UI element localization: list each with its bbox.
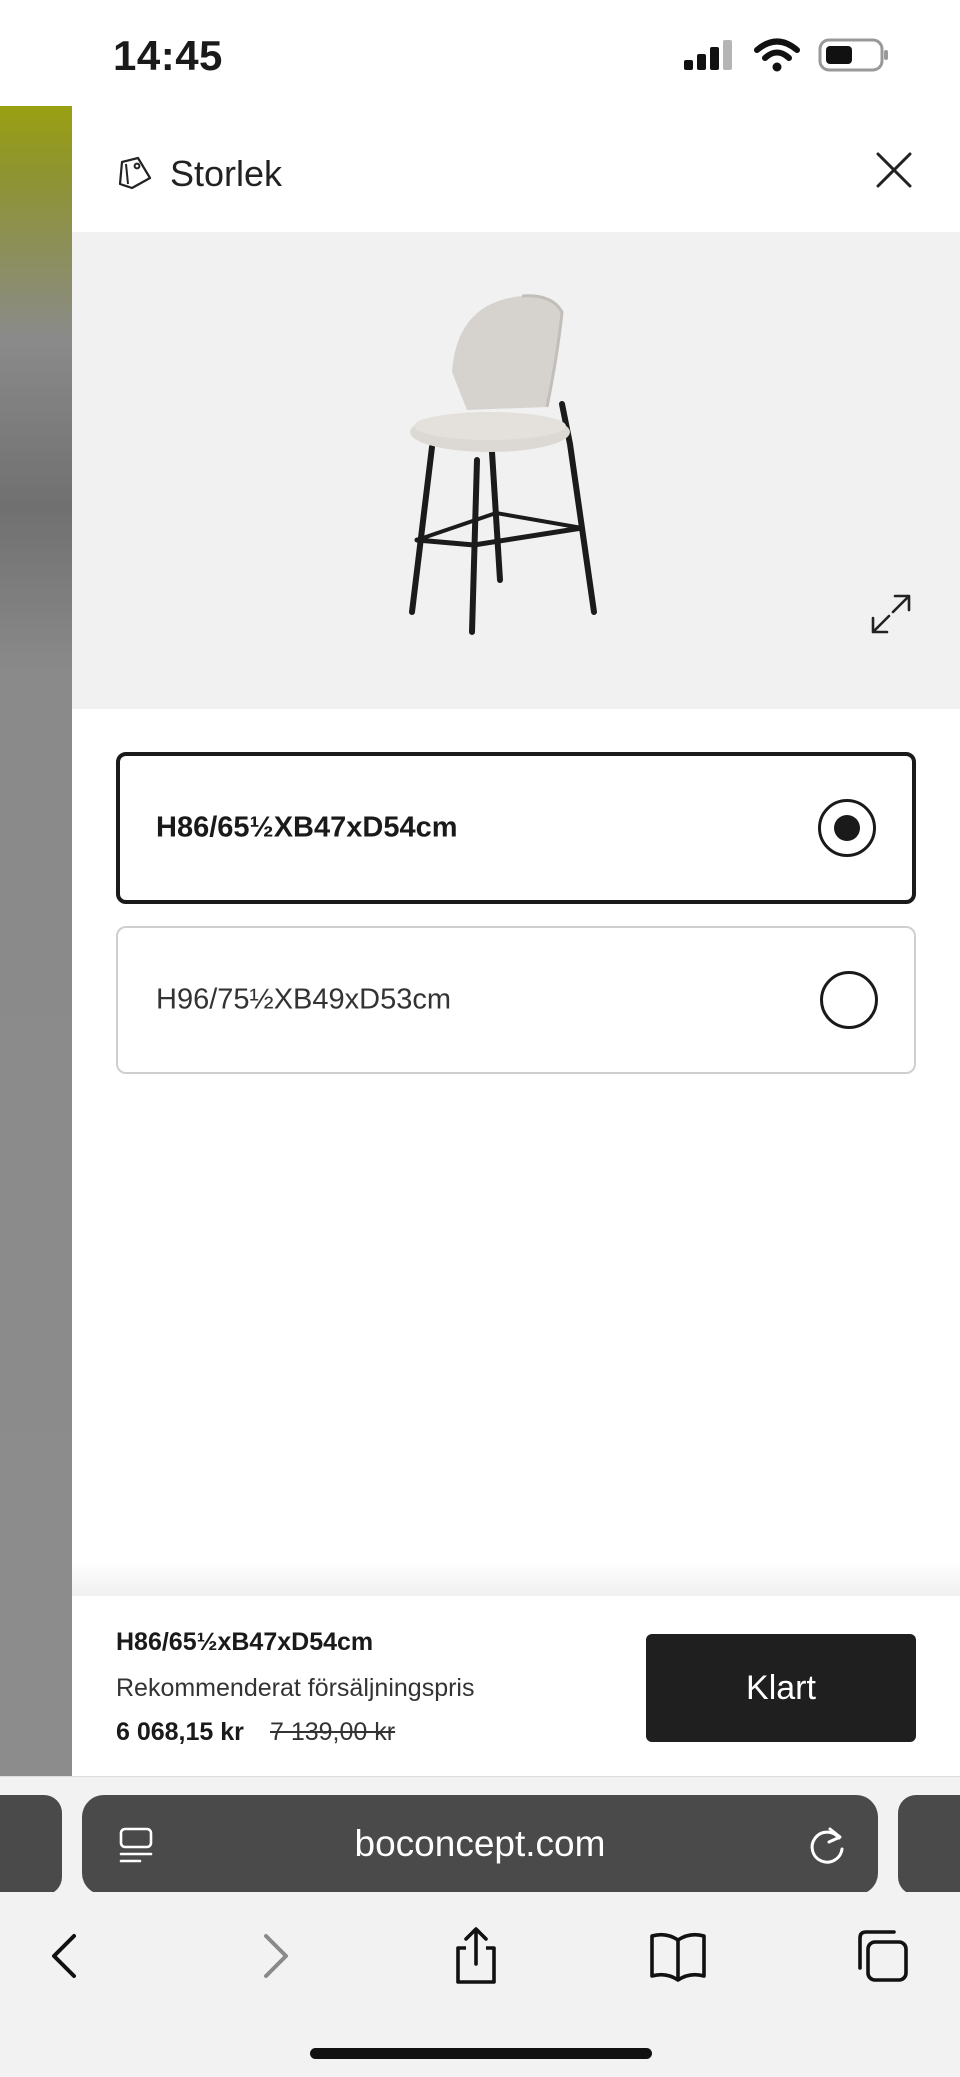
home-indicator: [310, 2048, 652, 2059]
footer-shadow: [72, 1561, 960, 1596]
radio-unselected[interactable]: [820, 971, 878, 1029]
close-icon[interactable]: [872, 148, 916, 192]
browser-toolbar: [0, 1892, 960, 2077]
bar-stool-image: [409, 294, 597, 635]
product-image-area: [72, 232, 960, 709]
selected-size-text: H86/65½xB47xD54cm: [116, 1628, 374, 1656]
next-tab-preview[interactable]: [898, 1795, 960, 1895]
drawer-header: Storlek: [72, 106, 960, 232]
size-option-label: H96/75½XB49xD53cm: [156, 983, 451, 1016]
size-option-selected[interactable]: H86/65½XB47xD54cm: [116, 752, 916, 904]
battery-icon: [818, 38, 888, 72]
old-price: 7 139,00 kr: [270, 1718, 396, 1746]
radio-selected[interactable]: [818, 799, 876, 857]
back-icon[interactable]: [36, 1926, 96, 1986]
done-button[interactable]: Klart: [646, 1634, 916, 1742]
radio-dot: [834, 815, 860, 841]
url-text: boconcept.com: [354, 1823, 606, 1864]
bookmarks-icon[interactable]: [648, 1926, 708, 1986]
size-option[interactable]: H96/75½XB49xD53cm: [116, 926, 916, 1074]
browser-address-bar: boconcept.com: [0, 1776, 960, 1895]
size-tag-icon: [118, 156, 152, 190]
background-page: [0, 106, 72, 1776]
drawer-footer: H86/65½xB47xD54cm Rekommenderat försäljn…: [72, 1596, 960, 1776]
share-icon[interactable]: [446, 1926, 506, 1986]
previous-tab-preview[interactable]: [0, 1795, 62, 1895]
status-icons: [684, 38, 890, 72]
forward-icon[interactable]: [244, 1926, 304, 1986]
size-drawer: Storlek H86/65½XB47xD54cm H96/75½XB49xD5…: [72, 106, 960, 1776]
status-time: 14:45: [113, 32, 223, 79]
drawer-title: Storlek: [170, 153, 283, 194]
size-option-label: H86/65½XB47xD54cm: [156, 811, 458, 844]
recommended-price-label: Rekommenderat försäljningspris: [116, 1674, 475, 1702]
current-price: 6 068,15 kr: [116, 1718, 244, 1746]
tabs-icon[interactable]: [852, 1926, 912, 1986]
expand-icon[interactable]: [867, 590, 915, 638]
url-field[interactable]: boconcept.com: [82, 1795, 878, 1895]
wifi-icon: [754, 38, 800, 72]
reload-icon[interactable]: [806, 1823, 848, 1867]
signal-icon: [684, 40, 732, 70]
status-bar: 14:45: [0, 0, 960, 106]
